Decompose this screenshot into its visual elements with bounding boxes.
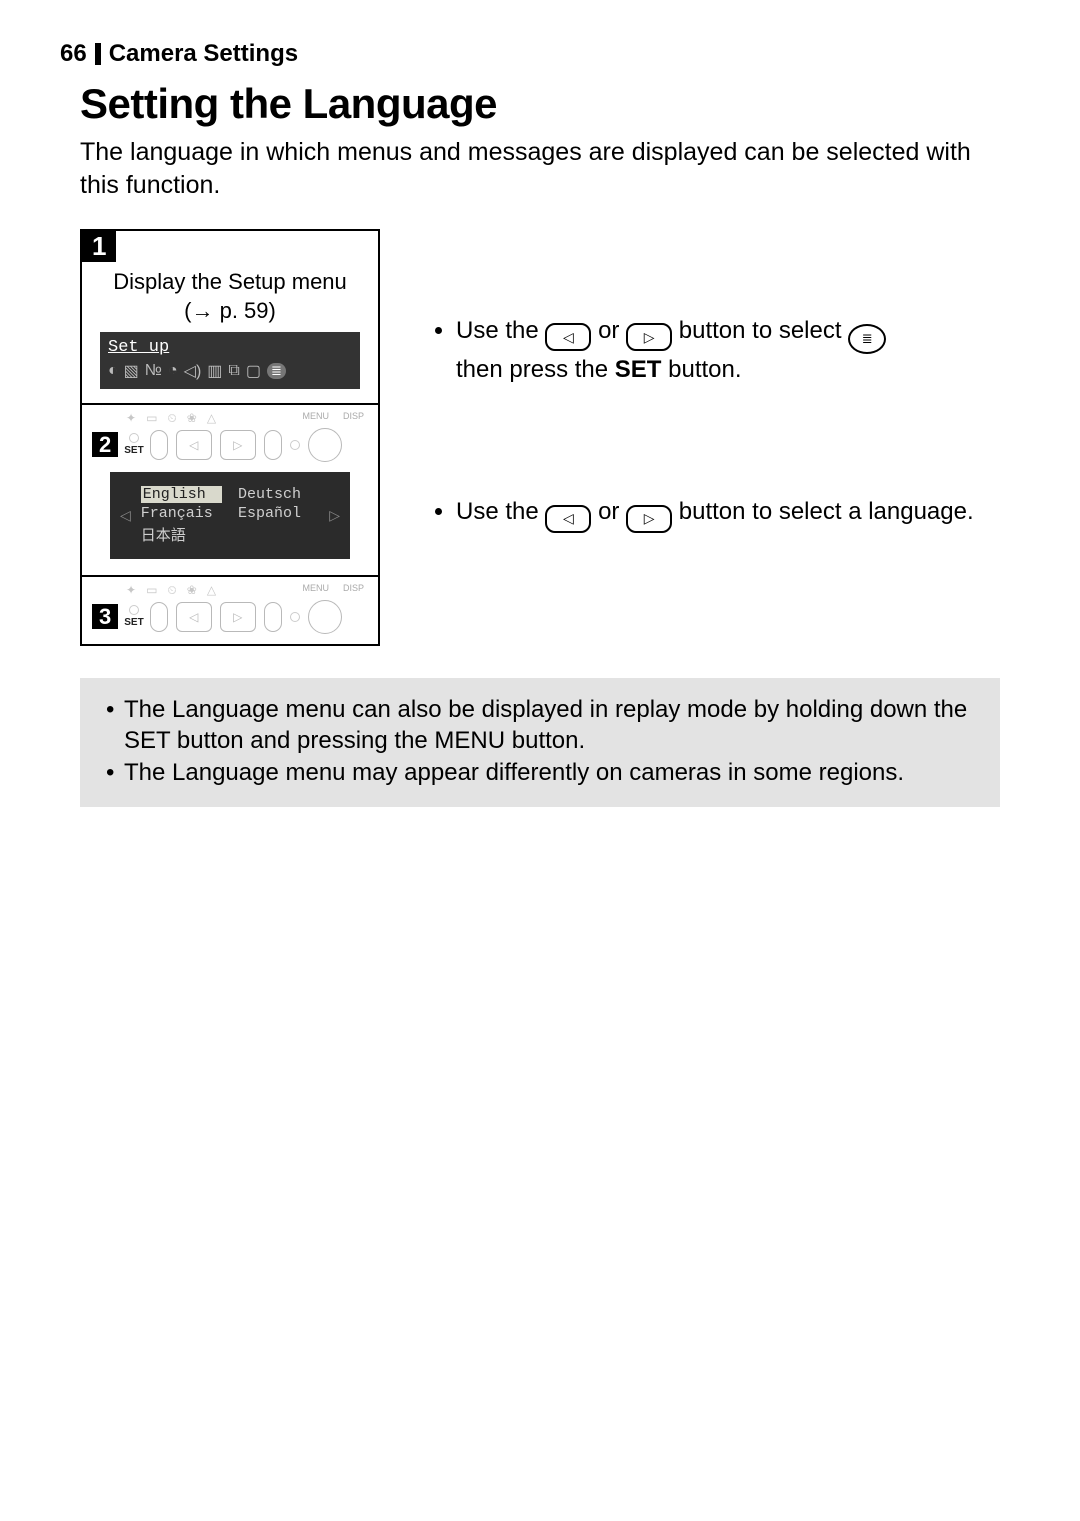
timer-icon: ▢ xyxy=(246,361,261,381)
indicator-dot2-icon xyxy=(290,612,300,622)
set-label: SET xyxy=(124,445,143,456)
right-button-icon xyxy=(220,602,256,632)
timer2-icon: ⏲ xyxy=(167,583,176,598)
instructions-column: Use the ◁ or ▷ button to select ≣ then p… xyxy=(380,229,1020,643)
number-icon: № xyxy=(145,362,162,380)
arrow-right-icon: → xyxy=(191,298,213,324)
step-3-badge: 3 xyxy=(92,604,118,629)
set-text: SET xyxy=(615,356,662,383)
menu-button-icon xyxy=(264,430,282,460)
disp-button-icon xyxy=(308,428,342,462)
disp-label: DISP xyxy=(343,583,364,598)
set-button-group: SET xyxy=(124,605,143,628)
right-button-icon xyxy=(220,430,256,460)
card-icon: ▧ xyxy=(124,361,139,381)
note-1: • The Language menu can also be displaye… xyxy=(106,694,974,757)
menu-label: MENU xyxy=(302,583,329,598)
step-1-panel: 1 Display the Setup menu (→ p. 59) Set u… xyxy=(80,229,380,405)
lcd-title: Set up xyxy=(108,338,352,357)
lang-japanese: 日本語 xyxy=(141,524,222,545)
step-2-panel: ✦ ▭ ⏲ ❀ △ MENU DISP 2 SET xyxy=(80,405,380,577)
instruction-2: Use the ◁ or ▷ button to select a langua… xyxy=(456,496,990,532)
step-1-page-ref: (→ p. 59) xyxy=(82,298,378,332)
intro-text: The language in which menus and messages… xyxy=(80,136,980,201)
brightness-icon: ◐ xyxy=(108,362,118,380)
language-icon: ≣ xyxy=(267,363,286,379)
macro-icon: ❀ xyxy=(187,411,197,425)
indicator-dot-icon xyxy=(129,433,139,443)
steps-column: 1 Display the Setup menu (→ p. 59) Set u… xyxy=(80,229,380,646)
bullet-icon: • xyxy=(106,757,124,789)
instruction-1: Use the ◁ or ▷ button to select ≣ then p… xyxy=(456,315,990,386)
manual-page: 66 Camera Settings Setting the Language … xyxy=(0,0,1080,1521)
lang-francais: Français xyxy=(141,505,222,522)
menu-label: MENU xyxy=(302,411,329,426)
bullet-icon: • xyxy=(106,694,124,757)
left-button-icon xyxy=(176,602,212,632)
step-1-badge: 1 xyxy=(82,231,116,262)
indicator-dot-icon xyxy=(129,605,139,615)
language-menu-lcd: ◁ English Deutsch Français Español 日本語 ▷ xyxy=(110,472,350,559)
header-divider-icon xyxy=(95,43,101,65)
note-2: • The Language menu may appear different… xyxy=(106,757,974,789)
content-row: 1 Display the Setup menu (→ p. 59) Set u… xyxy=(80,229,1020,646)
disp-label: DISP xyxy=(343,411,364,426)
language-select-icon: ≣ xyxy=(848,324,886,354)
warning-icon: △ xyxy=(207,411,216,425)
lcd-icon-row: ◐ ▧ № ◔ ◁) ▥ ⧉ ▢ ≣ xyxy=(108,361,352,381)
lang-deutsch: Deutsch xyxy=(238,486,319,503)
page-title: Setting the Language xyxy=(80,80,1020,128)
lcd-left-arrow-icon: ◁ xyxy=(120,507,131,524)
menu-button-icon xyxy=(264,602,282,632)
section-title: Camera Settings xyxy=(109,40,298,68)
step-2-badge: 2 xyxy=(92,432,118,457)
page-header: 66 Camera Settings xyxy=(60,40,1020,68)
indicator-dot2-icon xyxy=(290,440,300,450)
step-1-instruction: Display the Setup menu xyxy=(82,262,378,298)
warning-icon: △ xyxy=(207,583,216,597)
set-label: SET xyxy=(124,617,143,628)
set-button-icon xyxy=(150,430,168,460)
step-3-panel: ✦ ▭ ⏲ ❀ △ MENU DISP 3 SET xyxy=(80,577,380,646)
notes-box: • The Language menu can also be displaye… xyxy=(80,678,1000,807)
set-button-group: SET xyxy=(124,433,143,456)
right-arrow-button-icon: ▷ xyxy=(626,505,672,533)
language-grid: English Deutsch Français Español 日本語 xyxy=(141,486,319,545)
disp-button-icon xyxy=(308,600,342,634)
timer2-icon: ⏲ xyxy=(167,411,176,426)
left-arrow-button-icon: ◁ xyxy=(545,323,591,351)
lang-english: English xyxy=(141,486,222,503)
video-icon: ⧉ xyxy=(228,362,239,380)
date-icon: ▥ xyxy=(207,361,222,381)
macro-icon: ❀ xyxy=(187,583,197,597)
lcd-right-arrow-icon: ▷ xyxy=(329,507,340,524)
flash-icon: ✦ xyxy=(126,583,136,597)
beep-icon: ◔ xyxy=(168,362,178,380)
right-arrow-button-icon: ▷ xyxy=(626,323,672,351)
volume-icon: ◁) xyxy=(184,361,202,381)
button-top-labels-3: ✦ ▭ ⏲ ❀ △ MENU DISP xyxy=(92,583,368,600)
set-button-icon xyxy=(150,602,168,632)
button-top-labels: ✦ ▭ ⏲ ❀ △ MENU DISP xyxy=(92,411,368,428)
left-button-icon xyxy=(176,430,212,460)
mode-icon: ▭ xyxy=(146,583,157,597)
flash-icon: ✦ xyxy=(126,411,136,425)
mode-icon: ▭ xyxy=(146,411,157,425)
setup-menu-lcd: Set up ◐ ▧ № ◔ ◁) ▥ ⧉ ▢ ≣ xyxy=(100,332,360,389)
lang-espanol: Español xyxy=(238,505,319,522)
page-number: 66 xyxy=(60,40,87,68)
left-arrow-button-icon: ◁ xyxy=(545,505,591,533)
